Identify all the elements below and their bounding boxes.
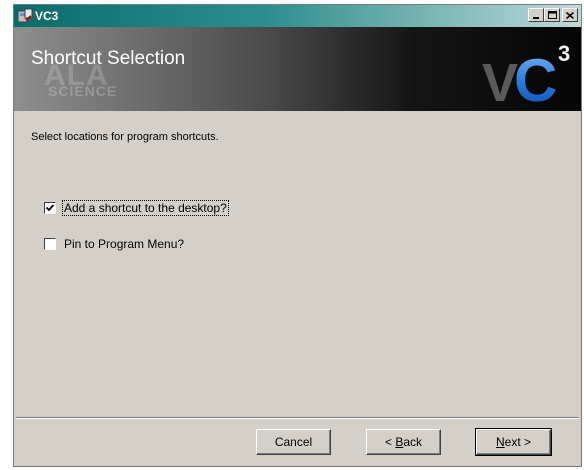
watermark-science: SCIENCE (48, 83, 118, 99)
close-button[interactable] (562, 8, 578, 22)
title-bar[interactable]: VC3 (14, 5, 581, 27)
header-banner: ALA SCIENCE Shortcut Selection V C 3 (14, 27, 581, 111)
logo-c: C (514, 47, 557, 109)
checkmark-icon (45, 204, 55, 212)
minimize-button[interactable] (528, 8, 544, 22)
page-title: Shortcut Selection (31, 48, 186, 69)
pin-program-menu-label[interactable]: Pin to Program Menu? (63, 237, 185, 251)
desktop-shortcut-label[interactable]: Add a shortcut to the desktop? (62, 200, 229, 216)
logo-v: V (482, 53, 518, 109)
footer-divider (16, 417, 579, 419)
desktop-shortcut-option[interactable]: Add a shortcut to the desktop? (44, 200, 229, 216)
pin-program-menu-option[interactable]: Pin to Program Menu? (44, 237, 185, 251)
cancel-button[interactable]: Cancel (256, 429, 331, 455)
maximize-icon (547, 11, 557, 19)
cancel-label: Cancel (274, 435, 313, 449)
logo-superscript: 3 (558, 41, 570, 66)
window-title: VC3 (35, 9, 59, 23)
back-button[interactable]: < Back (366, 429, 441, 455)
maximize-button[interactable] (544, 8, 560, 22)
vc3-logo: V C 3 (482, 41, 570, 109)
desktop-shortcut-checkbox[interactable] (44, 202, 56, 214)
installer-window: VC3 ALA SCIENCE Shortcut Selection V C 3… (13, 4, 582, 467)
minimize-icon (533, 16, 539, 19)
description-text: Select locations for program shortcuts. (31, 131, 219, 143)
back-label: < Back (384, 435, 423, 449)
setup-app-icon (17, 8, 33, 23)
window-controls (528, 8, 578, 22)
pin-program-menu-checkbox[interactable] (44, 238, 56, 250)
close-icon (566, 11, 574, 19)
next-button[interactable]: Next > (475, 428, 552, 456)
next-label: Next > (495, 435, 532, 449)
